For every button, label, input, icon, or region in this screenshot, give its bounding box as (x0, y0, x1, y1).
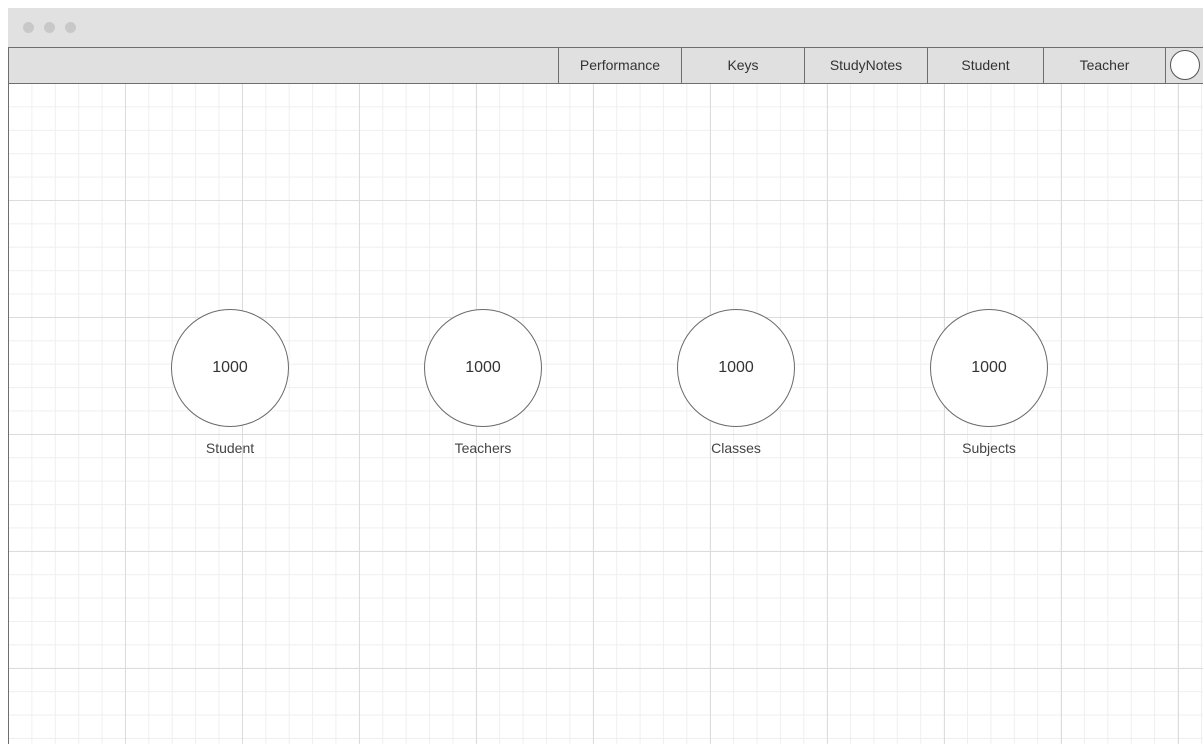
nav-item-studynotes[interactable]: StudyNotes (804, 48, 927, 83)
window-close-dot[interactable] (23, 22, 34, 33)
nav-item-performance[interactable]: Performance (558, 48, 681, 83)
nav-item-keys[interactable]: Keys (681, 48, 804, 83)
stat-subjects: 1000 Subjects (909, 309, 1069, 456)
window-maximize-dot[interactable] (65, 22, 76, 33)
dashboard-canvas: 1000 Student 1000 Teachers 1000 Classes … (8, 84, 1203, 744)
stat-teachers: 1000 Teachers (403, 309, 563, 456)
stat-label: Subjects (962, 440, 1016, 456)
stat-circle: 1000 (930, 309, 1048, 427)
stat-circle: 1000 (171, 309, 289, 427)
window-titlebar (8, 8, 1203, 47)
window-minimize-dot[interactable] (44, 22, 55, 33)
nav-avatar-cell[interactable] (1165, 48, 1203, 83)
app-window: Performance Keys StudyNotes Student Teac… (8, 8, 1203, 744)
stat-circle: 1000 (677, 309, 795, 427)
stat-classes: 1000 Classes (656, 309, 816, 456)
nav-item-teacher[interactable]: Teacher (1043, 48, 1165, 83)
stat-circle: 1000 (424, 309, 542, 427)
top-navbar: Performance Keys StudyNotes Student Teac… (8, 47, 1203, 84)
stat-label: Teachers (454, 440, 512, 456)
stat-label: Classes (711, 440, 761, 456)
stat-label: Student (205, 440, 255, 456)
stat-students: 1000 Student (150, 309, 310, 456)
user-avatar[interactable] (1170, 50, 1200, 80)
nav-item-student[interactable]: Student (927, 48, 1043, 83)
